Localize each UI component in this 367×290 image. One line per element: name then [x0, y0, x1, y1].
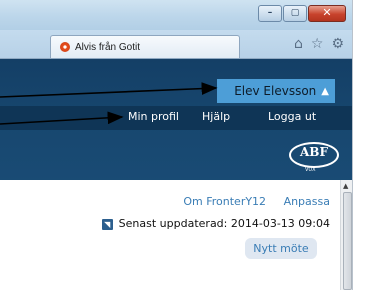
user-name: Elev Elevsson — [234, 84, 317, 98]
gear-icon[interactable]: ⚙ — [331, 37, 344, 51]
tab-label: Alvis från Gotit — [75, 41, 141, 53]
customize-link[interactable]: Anpassa — [284, 195, 330, 208]
abf-logo: ABF — [289, 142, 339, 168]
browser-toolbar-icons: ⌂ ☆ ⚙ — [294, 37, 344, 51]
browser-window: – ▢ ✕ Alvis från Gotit ⌂ ☆ ⚙ Elev Elevss… — [0, 0, 353, 290]
last-updated: ◥ Senast uppdaterad: 2014-03-13 09:04 — [0, 217, 330, 230]
title-bar: – ▢ ✕ — [0, 0, 352, 30]
minimize-button[interactable]: – — [258, 5, 282, 22]
logo-subtext: VUX — [305, 167, 316, 173]
last-updated-text: Senast uppdaterad: 2014-03-13 09:04 — [118, 217, 330, 230]
home-icon[interactable]: ⌂ — [294, 37, 303, 51]
star-icon[interactable]: ☆ — [311, 37, 324, 51]
app-header: Elev Elevsson ▲ Min profil Hjälp Logga u… — [0, 59, 352, 199]
new-meeting-button[interactable]: Nytt möte — [245, 238, 317, 259]
nav-link-logout[interactable]: Logga ut — [268, 110, 316, 123]
user-menu-button[interactable]: Elev Elevsson ▲ — [217, 79, 335, 103]
window-controls: – ▢ ✕ — [257, 5, 346, 22]
rss-icon[interactable]: ◥ — [101, 218, 113, 230]
scroll-up-icon[interactable]: ▲ — [343, 182, 348, 190]
nav-link-profile[interactable]: Min profil — [128, 110, 179, 123]
browser-tab[interactable]: Alvis från Gotit — [50, 35, 240, 58]
top-navigation: Min profil Hjälp Logga ut — [0, 106, 352, 130]
about-link[interactable]: Om FronterY12 — [183, 195, 266, 208]
vertical-scrollbar[interactable]: ▲ — [340, 180, 352, 290]
scroll-thumb[interactable] — [343, 192, 352, 290]
site-favicon-icon — [60, 42, 70, 52]
maximize-button[interactable]: ▢ — [283, 5, 307, 22]
content-links: Om FronterY12 Anpassa — [0, 195, 330, 208]
main-content: Om FronterY12 Anpassa ◥ Senast uppdaterad… — [0, 180, 340, 290]
close-button[interactable]: ✕ — [308, 5, 346, 22]
tab-row: Alvis från Gotit ⌂ ☆ ⚙ — [0, 30, 352, 59]
nav-link-help[interactable]: Hjälp — [202, 110, 230, 123]
caret-up-icon: ▲ — [321, 85, 329, 97]
